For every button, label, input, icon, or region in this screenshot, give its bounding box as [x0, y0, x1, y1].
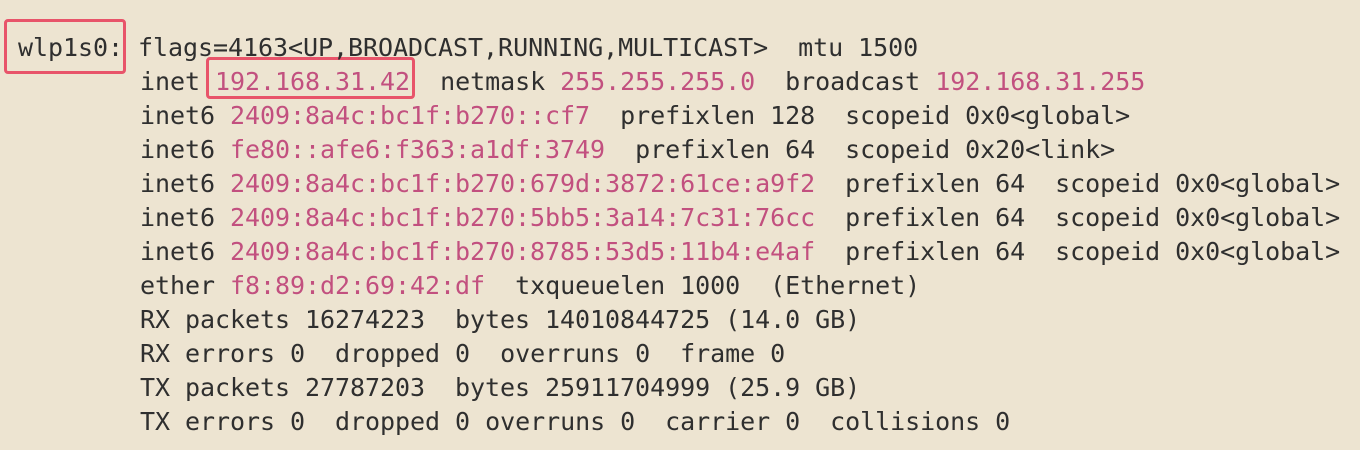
rx-bytes: bytes 14010844725 (14.0 GB) — [455, 305, 861, 334]
inet-line: inet 192.168.31.42 netmask 255.255.255.0… — [140, 65, 1145, 99]
inet6-label: inet6 — [140, 169, 216, 198]
inet6-label: inet6 — [140, 203, 216, 232]
rx-errors: RX errors 0 — [140, 339, 306, 368]
rx-overruns: overruns 0 — [500, 339, 651, 368]
ether-address[interactable]: f8:89:d2:69:42:df — [230, 271, 485, 300]
interface-flags: flags=4163<UP,BROADCAST,RUNNING,MULTICAS… — [138, 33, 769, 62]
tx-dropped: dropped 0 — [335, 407, 471, 436]
inet6-label: inet6 — [140, 135, 216, 164]
inet6-scopeid: scopeid 0x20<link> — [845, 135, 1116, 164]
inet6-address[interactable]: 2409:8a4c:bc1f:b270:5bb5:3a14:7c31:76cc — [230, 203, 815, 232]
inet6-address[interactable]: fe80::afe6:f363:a1df:3749 — [230, 135, 605, 164]
inet-address[interactable]: 192.168.31.42 — [215, 67, 410, 96]
tx-errors-line: TX errors 0 dropped 0 overruns 0 carrier… — [140, 405, 1010, 439]
inet6-address[interactable]: 2409:8a4c:bc1f:b270::cf7 — [230, 101, 590, 130]
tx-packets: TX packets 27787203 — [140, 373, 426, 402]
inet6-prefixlen: prefixlen 64 — [845, 169, 1026, 198]
tx-collisions: collisions 0 — [830, 407, 1011, 436]
rx-errors-line: RX errors 0 dropped 0 overruns 0 frame 0 — [140, 337, 785, 371]
interface-name[interactable]: wlp1s0: — [18, 33, 123, 62]
tx-carrier: carrier 0 — [665, 407, 801, 436]
inet6-address[interactable]: 2409:8a4c:bc1f:b270:679d:3872:61ce:a9f2 — [230, 169, 815, 198]
inet6-prefixlen: prefixlen 64 — [845, 237, 1026, 266]
ether-label: ether — [140, 271, 216, 300]
netmask-label: netmask — [440, 67, 546, 96]
ether-line: ether f8:89:d2:69:42:df txqueuelen 1000 … — [140, 269, 920, 303]
inet6-line: inet6 2409:8a4c:bc1f:b270:679d:3872:61ce… — [140, 167, 1340, 201]
netmask-value[interactable]: 255.255.255.0 — [560, 67, 755, 96]
inet-label: inet — [140, 67, 201, 96]
interface-line: wlp1s0: flags=4163<UP,BROADCAST,RUNNING,… — [18, 31, 918, 65]
inet6-line: inet6 2409:8a4c:bc1f:b270:5bb5:3a14:7c31… — [140, 201, 1340, 235]
tx-bytes: bytes 25911704999 (25.9 GB) — [455, 373, 861, 402]
inet6-line: inet6 fe80::afe6:f363:a1df:3749 prefixle… — [140, 133, 1115, 167]
inet6-scopeid: scopeid 0x0<global> — [1055, 237, 1341, 266]
rx-frame: frame 0 — [680, 339, 786, 368]
broadcast-value[interactable]: 192.168.31.255 — [935, 67, 1145, 96]
rx-dropped: dropped 0 — [335, 339, 471, 368]
inet6-scopeid: scopeid 0x0<global> — [1055, 203, 1341, 232]
interface-mtu: mtu 1500 — [798, 33, 919, 62]
inet6-line: inet6 2409:8a4c:bc1f:b270::cf7 prefixlen… — [140, 99, 1130, 133]
broadcast-label: broadcast — [785, 67, 921, 96]
inet6-label: inet6 — [140, 237, 216, 266]
inet6-prefixlen: prefixlen 64 — [635, 135, 816, 164]
rx-packets-line: RX packets 16274223 bytes 14010844725 (1… — [140, 303, 860, 337]
terminal-output: wlp1s0: flags=4163<UP,BROADCAST,RUNNING,… — [0, 0, 1360, 450]
inet6-label: inet6 — [140, 101, 216, 130]
inet6-scopeid: scopeid 0x0<global> — [845, 101, 1131, 130]
inet6-scopeid: scopeid 0x0<global> — [1055, 169, 1341, 198]
inet6-prefixlen: prefixlen 128 — [620, 101, 816, 130]
ether-type: (Ethernet) — [770, 271, 921, 300]
inet6-address[interactable]: 2409:8a4c:bc1f:b270:8785:53d5:11b4:e4af — [230, 237, 815, 266]
ether-txqueuelen: txqueuelen 1000 — [515, 271, 741, 300]
tx-overruns: overruns 0 — [485, 407, 636, 436]
tx-errors: TX errors 0 — [140, 407, 306, 436]
rx-packets: RX packets 16274223 — [140, 305, 426, 334]
tx-packets-line: TX packets 27787203 bytes 25911704999 (2… — [140, 371, 860, 405]
inet6-line: inet6 2409:8a4c:bc1f:b270:8785:53d5:11b4… — [140, 235, 1340, 269]
inet6-prefixlen: prefixlen 64 — [845, 203, 1026, 232]
